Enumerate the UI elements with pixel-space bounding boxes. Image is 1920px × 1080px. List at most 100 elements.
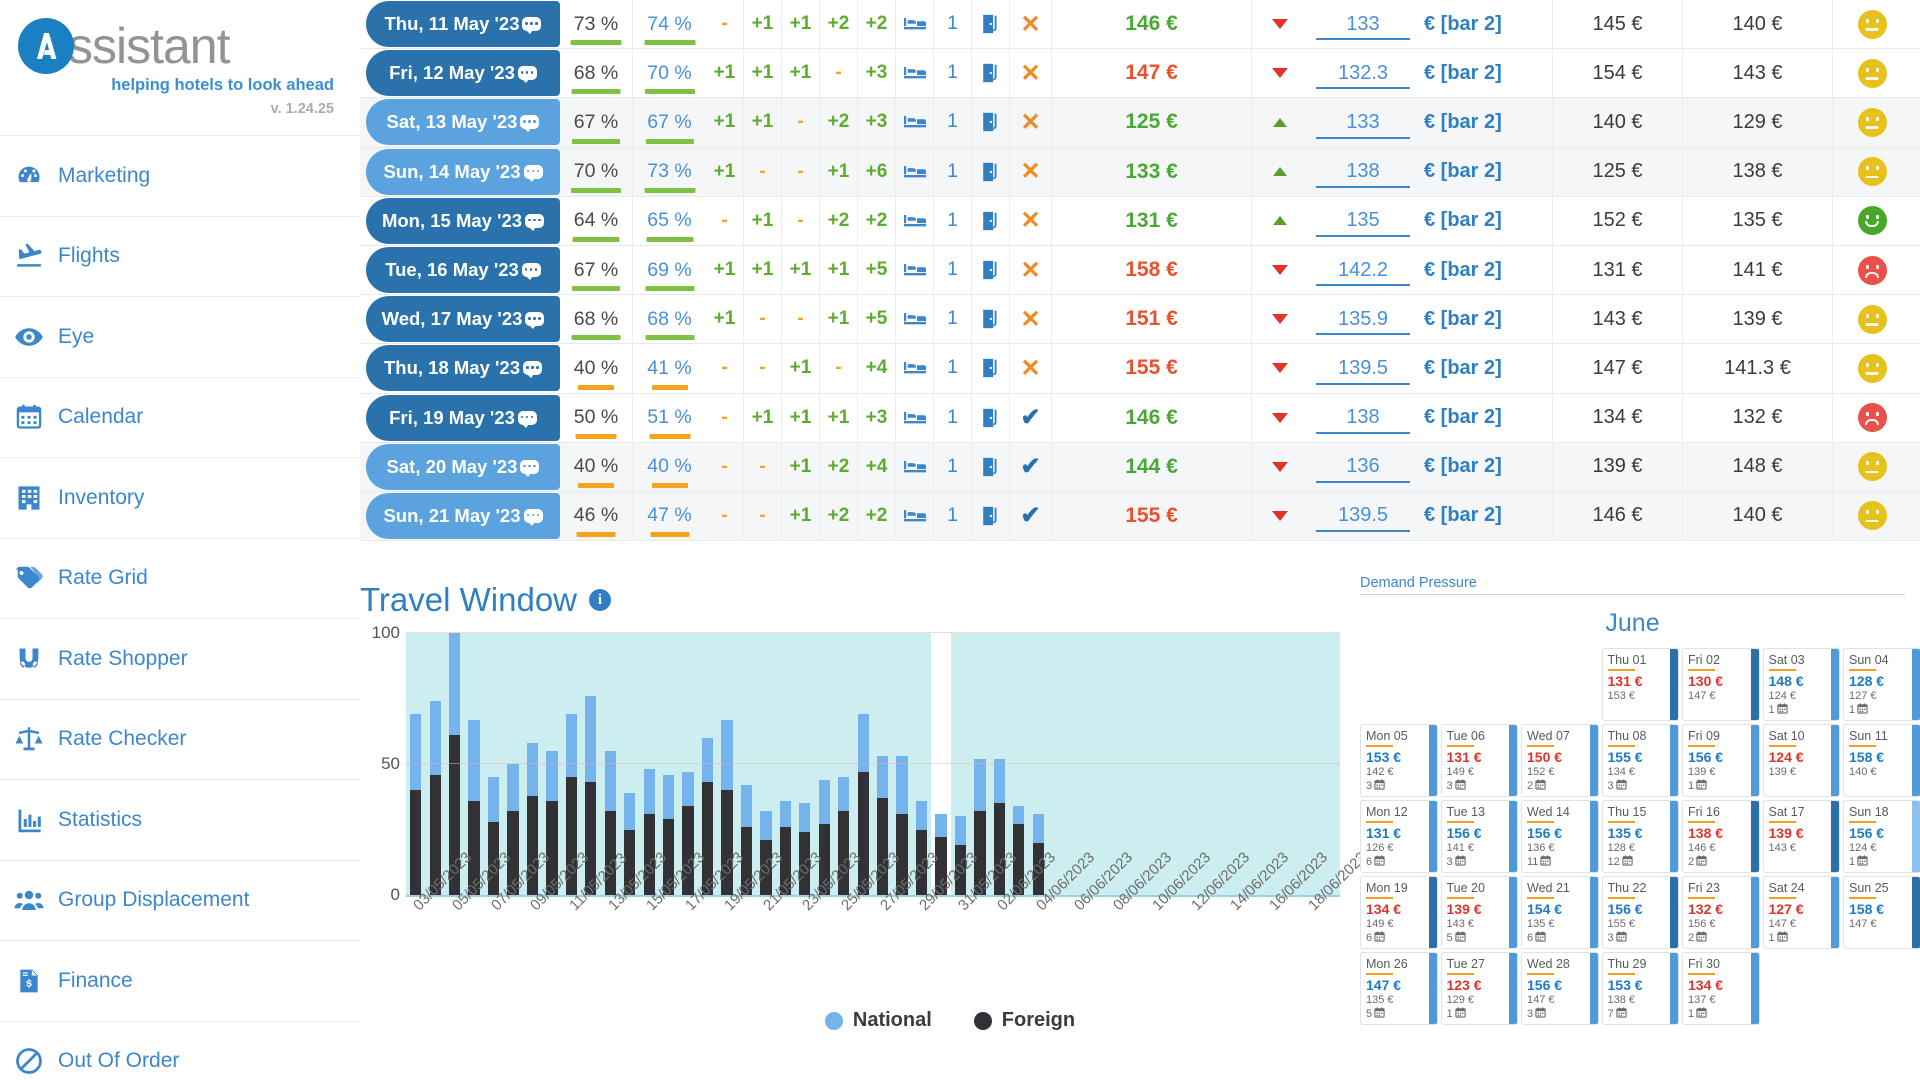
comment-bubble-icon[interactable]	[520, 115, 540, 133]
price-input[interactable]: 133	[1308, 0, 1418, 48]
delta-cell: -	[706, 344, 744, 393]
calendar-day-cell[interactable]: Mon 19 134 €149 €6	[1360, 876, 1438, 950]
price-input[interactable]: 138	[1308, 394, 1418, 442]
date-pill[interactable]: Sun, 21 May '23	[366, 492, 560, 539]
calendar-day-cell[interactable]: Thu 08 155 €134 €3	[1601, 724, 1679, 798]
close-icon[interactable]: ✕	[1010, 344, 1052, 393]
calendar-day-cell[interactable]: Thu 29 153 €138 €7	[1601, 952, 1679, 1026]
calendar-day-cell[interactable]: Tue 06 131 €149 €3	[1440, 724, 1518, 798]
close-icon[interactable]: ✕	[1010, 196, 1052, 245]
calendar-day-cell[interactable]: Mon 12 131 €126 €6	[1360, 800, 1438, 874]
comment-bubble-icon[interactable]	[525, 312, 545, 330]
calendar-day-cell[interactable]: Tue 20 139 €143 €5	[1440, 876, 1518, 950]
comment-bubble-icon[interactable]	[523, 508, 543, 526]
calendar-day-cell[interactable]: Sun 18 156 €124 €1	[1843, 800, 1920, 874]
calendar-day-cell[interactable]: Thu 01 131 €153 €	[1601, 648, 1679, 722]
calendar-day-cell[interactable]: Mon 26 147 €135 €5	[1360, 952, 1438, 1026]
price-input[interactable]: 135.9	[1308, 295, 1418, 343]
date-pill[interactable]: Fri, 12 May '23	[366, 50, 560, 97]
comment-bubble-icon[interactable]	[521, 263, 541, 281]
close-icon[interactable]: ✕	[1010, 0, 1052, 49]
calendar-day-cell[interactable]: Sun 04 128 €127 €1	[1843, 648, 1920, 722]
calendar-day-cell[interactable]: Thu 15 135 €128 €12	[1601, 800, 1679, 874]
calendar-secondary-price: 137 €	[1688, 994, 1716, 1007]
price-input[interactable]: 139.5	[1308, 344, 1418, 392]
close-icon[interactable]: ✕	[1010, 245, 1052, 295]
close-icon[interactable]: ✕	[1010, 147, 1052, 196]
date-pill[interactable]: Thu, 18 May '23	[366, 345, 560, 392]
sidebar-item-group-displacement[interactable]: Group Displacement	[0, 859, 360, 941]
occupancy-bar	[575, 433, 617, 439]
sidebar-item-rate-grid[interactable]: Rate Grid	[0, 537, 360, 619]
legend-item[interactable]: Foreign	[973, 1009, 1075, 1032]
date-pill[interactable]: Thu, 11 May '23	[366, 1, 560, 48]
calendar-day-cell[interactable]: Mon 05 153 €142 €3	[1360, 724, 1438, 798]
calendar-day-cell[interactable]: Fri 23 132 €156 €2	[1682, 876, 1760, 950]
door-icon	[972, 393, 1010, 442]
sidebar-item-statistics[interactable]: Statistics	[0, 779, 360, 860]
calendar-primary-price: 127 €	[1768, 901, 1804, 918]
sidebar-item-flights[interactable]: Flights	[0, 215, 360, 297]
date-pill[interactable]: Fri, 19 May '23	[366, 394, 560, 441]
comment-bubble-icon[interactable]	[522, 17, 542, 35]
calendar-day-cell[interactable]: Tue 13 156 €141 €3	[1440, 800, 1518, 874]
calendar-day-cell[interactable]: Fri 16 138 €146 €2	[1682, 800, 1760, 874]
date-pill[interactable]: Wed, 17 May '23	[366, 296, 560, 343]
check-icon[interactable]: ✔	[1010, 491, 1052, 541]
date-pill[interactable]: Sat, 20 May '23	[366, 443, 560, 490]
comment-bubble-icon[interactable]	[523, 164, 543, 182]
calendar-day-cell[interactable]: Sat 17 139 €143 €	[1762, 800, 1840, 874]
check-icon[interactable]: ✔	[1010, 393, 1052, 442]
price-input[interactable]: 138	[1308, 148, 1418, 196]
comment-bubble-icon[interactable]	[520, 459, 540, 477]
info-icon[interactable]: i	[589, 589, 611, 612]
mini-calendar-icon	[1454, 1007, 1466, 1021]
chart-bar[interactable]	[429, 633, 441, 896]
date-pill[interactable]: Sat, 13 May '23	[366, 99, 560, 146]
close-icon[interactable]: ✕	[1010, 98, 1052, 147]
chart-bar[interactable]	[624, 633, 636, 896]
sidebar-item-rate-checker[interactable]: Rate Checker	[0, 698, 360, 780]
comment-bubble-icon[interactable]	[523, 361, 542, 379]
price-input[interactable]: 133	[1308, 98, 1418, 146]
price-input[interactable]: 135	[1308, 197, 1418, 245]
calendar-day-cell[interactable]: Wed 14 156 €136 €11	[1521, 800, 1599, 874]
legend-item[interactable]: National	[824, 1009, 932, 1032]
comment-bubble-icon[interactable]	[517, 66, 537, 84]
calendar-day-cell[interactable]: Fri 02 130 €147 €	[1682, 648, 1760, 722]
sidebar-item-rate-shopper[interactable]: Rate Shopper	[0, 618, 360, 699]
calendar-day-cell[interactable]: Sun 25 158 €147 €	[1843, 876, 1920, 950]
calendar-day-cell[interactable]: Tue 27 123 €129 €1	[1440, 952, 1518, 1026]
sidebar-item-marketing[interactable]: Marketing	[0, 135, 360, 216]
date-pill[interactable]: Tue, 16 May '23	[366, 247, 560, 294]
calendar-day-cell[interactable]: Wed 07 150 €152 €2	[1521, 724, 1599, 798]
door-icon	[972, 344, 1010, 393]
calendar-day-cell[interactable]: Sat 10 124 €139 €	[1762, 724, 1840, 798]
check-icon[interactable]: ✔	[1010, 442, 1052, 491]
calendar-day-cell[interactable]: Sun 11 158 €140 €	[1843, 724, 1920, 798]
comment-bubble-icon[interactable]	[517, 410, 537, 428]
sidebar-item-inventory[interactable]: Inventory	[0, 457, 360, 538]
price-input[interactable]: 142.2	[1308, 246, 1418, 294]
price-input[interactable]: 136	[1308, 443, 1418, 491]
calendar-cell-empty	[1843, 952, 1920, 1025]
close-icon[interactable]: ✕	[1010, 295, 1052, 344]
chart-bar[interactable]	[410, 633, 422, 896]
calendar-day-cell[interactable]: Wed 28 156 €147 €3	[1521, 952, 1599, 1026]
close-icon[interactable]: ✕	[1010, 49, 1052, 98]
calendar-day-cell[interactable]: Sat 03 148 €124 €1	[1762, 648, 1840, 722]
comment-bubble-icon[interactable]	[525, 213, 545, 231]
date-pill[interactable]: Mon, 15 May '23	[366, 197, 560, 244]
price-input[interactable]: 132.3	[1308, 49, 1418, 97]
sidebar-item-calendar[interactable]: Calendar	[0, 376, 360, 458]
price-input[interactable]: 139.5	[1308, 492, 1418, 540]
calendar-day-cell[interactable]: Fri 09 156 €139 €1	[1682, 724, 1760, 798]
date-pill[interactable]: Sun, 14 May '23	[366, 148, 560, 195]
calendar-day-cell[interactable]: Wed 21 154 €135 €6	[1521, 876, 1599, 950]
calendar-day-cell[interactable]: Sat 24 127 €147 €1	[1762, 876, 1840, 950]
sidebar-item-out-of-order[interactable]: Out Of Order	[0, 1020, 360, 1080]
sidebar-item-finance[interactable]: Finance	[0, 940, 360, 1021]
sidebar-item-eye[interactable]: Eye	[0, 296, 360, 377]
calendar-day-cell[interactable]: Thu 22 156 €155 €3	[1601, 876, 1679, 950]
calendar-day-cell[interactable]: Fri 30 134 €137 €1	[1682, 952, 1760, 1026]
